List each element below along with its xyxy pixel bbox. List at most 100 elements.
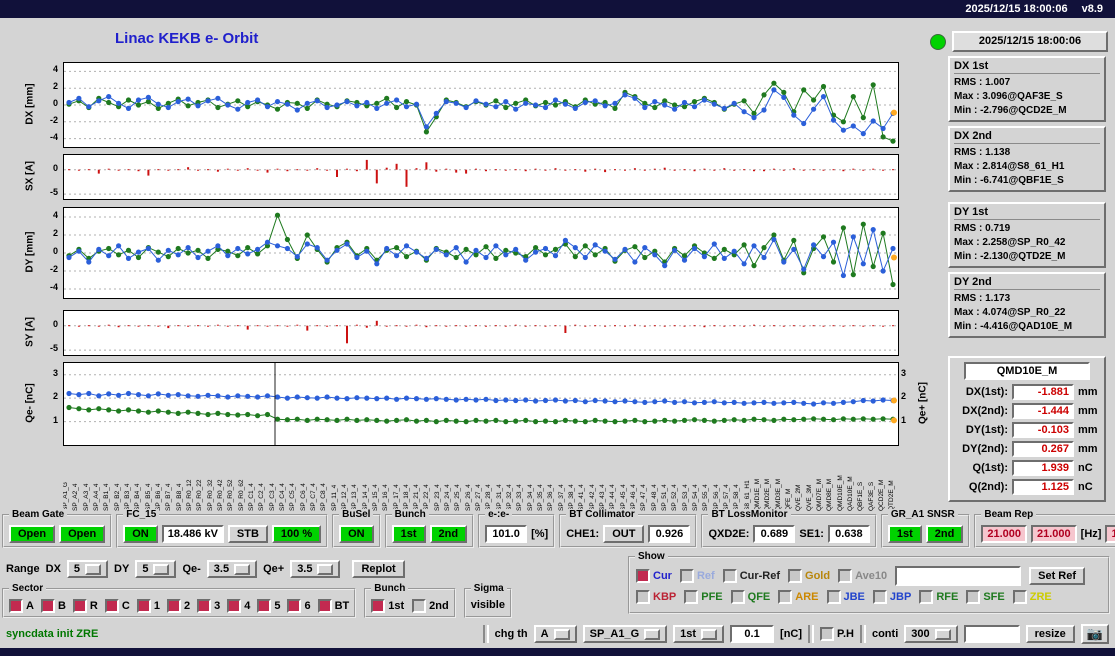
bpm-select[interactable]: SP_A1_G: [582, 625, 668, 643]
fc15-stb-button[interactable]: STB: [227, 525, 268, 543]
snsr-1st-button[interactable]: 1st: [887, 525, 922, 543]
range-dx-select[interactable]: 5: [66, 560, 109, 578]
show-zre[interactable]: ZRE: [1012, 590, 1052, 604]
checkbox[interactable]: [287, 599, 302, 613]
sector-r[interactable]: R: [72, 599, 98, 613]
show-sfe[interactable]: SFE: [966, 590, 1005, 604]
fc15-on-button[interactable]: ON: [123, 525, 158, 543]
ee-ratio-value: 101.0: [485, 525, 528, 543]
checkbox[interactable]: [257, 599, 272, 613]
checkbox[interactable]: [826, 590, 841, 604]
sector-bt[interactable]: BT: [317, 599, 349, 613]
screenshot-camera-button[interactable]: 📷: [1080, 624, 1109, 644]
checkbox[interactable]: [412, 599, 427, 613]
checkbox[interactable]: [722, 569, 737, 583]
dy-plot[interactable]: [63, 207, 899, 299]
sy-plot[interactable]: [63, 310, 899, 356]
range-qep-select[interactable]: 3.5: [290, 560, 341, 578]
checkbox[interactable]: [227, 599, 242, 613]
sy-axis-label: SY [A]: [24, 317, 36, 347]
bunch-2nd[interactable]: 2nd: [412, 599, 449, 613]
checkbox[interactable]: [72, 599, 87, 613]
snsr-2nd-button[interactable]: 2nd: [925, 525, 964, 543]
checkbox[interactable]: [636, 590, 650, 604]
ref-name-input[interactable]: [895, 566, 1022, 586]
bpm-label: SP_12_4: [340, 484, 348, 511]
checkbox[interactable]: [730, 590, 745, 604]
bpm-label: SP_R0_52: [227, 479, 235, 511]
bunch-2nd-button[interactable]: 2nd: [429, 525, 468, 543]
beam-gate-open-2-button[interactable]: Open: [59, 525, 106, 543]
threshold-input[interactable]: 0.1: [730, 625, 775, 643]
show-rfe[interactable]: RFE: [919, 590, 958, 604]
range-dy-select[interactable]: 5: [135, 560, 177, 578]
show-cur-ref[interactable]: Cur-Ref: [722, 569, 780, 583]
blank-entry[interactable]: [963, 625, 1020, 643]
sector-select[interactable]: A: [533, 625, 577, 643]
sector-c[interactable]: C: [104, 599, 130, 613]
checkbox[interactable]: [197, 599, 212, 613]
checkbox[interactable]: [166, 599, 181, 613]
panel-title: DY 2nd: [954, 276, 1100, 290]
bpm-label: QAF3E_S: [867, 481, 875, 511]
sector-2[interactable]: 2: [166, 599, 190, 613]
show-are[interactable]: ARE: [778, 590, 819, 604]
checkbox[interactable]: [636, 569, 650, 583]
show-pfe[interactable]: PFE: [684, 590, 723, 604]
show-cur[interactable]: Cur: [636, 569, 672, 583]
ph-checkbox-item[interactable]: P.H: [820, 627, 854, 641]
busel-on-button[interactable]: ON: [339, 525, 374, 543]
qmd-label: Q(2nd):: [968, 481, 1008, 493]
bunch-1st-button[interactable]: 1st: [391, 525, 426, 543]
sector-6[interactable]: 6: [287, 599, 311, 613]
sx-plot[interactable]: [63, 154, 899, 200]
checkbox[interactable]: [966, 590, 981, 604]
bunch-1st[interactable]: 1st: [371, 599, 404, 613]
checkbox[interactable]: [40, 599, 55, 613]
sector-1[interactable]: 1: [136, 599, 160, 613]
checkbox[interactable]: [838, 569, 853, 583]
qe-plot[interactable]: [63, 362, 899, 446]
sector-b[interactable]: B: [40, 599, 66, 613]
checkbox[interactable]: [684, 590, 699, 604]
checkbox[interactable]: [919, 590, 934, 604]
checkbox[interactable]: [679, 569, 694, 583]
checkbox[interactable]: [1012, 590, 1027, 604]
replot-button[interactable]: Replot: [352, 560, 405, 578]
sector-5[interactable]: 5: [257, 599, 280, 613]
sector-4[interactable]: 4: [227, 599, 250, 613]
show-jbp[interactable]: JBP: [872, 590, 911, 604]
che1-label: CHE1:: [566, 528, 600, 540]
checkbox[interactable]: [778, 590, 793, 604]
checkbox[interactable]: [788, 569, 803, 583]
checkbox[interactable]: [820, 627, 835, 641]
checkbox[interactable]: [104, 599, 119, 613]
group-title: Bunch: [391, 509, 429, 520]
beam-gate-open-1-button[interactable]: Open: [9, 525, 56, 543]
set-ref-button[interactable]: Set Ref: [1029, 567, 1086, 585]
bpm-label: SP_B6_4: [154, 483, 162, 511]
qmd-row: DX(1st): -1.881 mm: [954, 384, 1100, 400]
bunch-select[interactable]: 1st: [673, 625, 725, 643]
group-title: BT Collimator: [566, 509, 638, 520]
che1-state-button[interactable]: OUT: [603, 525, 645, 543]
show-qfe[interactable]: QFE: [730, 590, 770, 604]
checkbox[interactable]: [872, 590, 887, 604]
checkbox[interactable]: [9, 599, 23, 613]
sector-3[interactable]: 3: [197, 599, 220, 613]
show-gold[interactable]: Gold: [788, 569, 830, 583]
show-ave10[interactable]: Ave10: [838, 569, 887, 583]
checkbox[interactable]: [371, 599, 386, 613]
checkbox[interactable]: [136, 599, 151, 613]
checkbox[interactable]: [317, 599, 332, 613]
show-kbp[interactable]: KBP: [636, 590, 676, 604]
y-tick-label: 0: [52, 162, 58, 173]
show-jbe[interactable]: JBE: [826, 590, 865, 604]
show-ref[interactable]: Ref: [679, 569, 715, 583]
sector-a[interactable]: A: [9, 599, 34, 613]
range-qem-select[interactable]: 3.5: [206, 560, 258, 578]
resize-button[interactable]: resize: [1025, 625, 1075, 643]
dx-plot[interactable]: [63, 62, 899, 148]
checkbox-label: 1st: [388, 600, 405, 612]
interval-select[interactable]: 300: [904, 625, 958, 643]
